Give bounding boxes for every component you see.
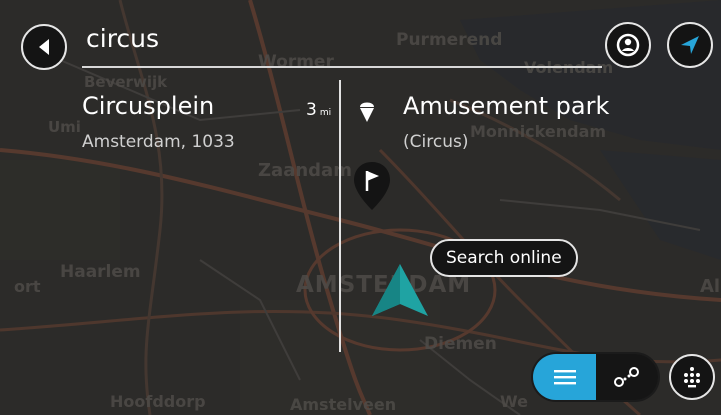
view-toggle <box>533 354 658 400</box>
list-view-button[interactable] <box>533 354 596 400</box>
result-distance-unit: mi <box>319 108 332 118</box>
location-pin-icon <box>616 33 640 57</box>
back-button[interactable] <box>21 24 67 70</box>
result-subtitle: (Circus) <box>403 132 469 152</box>
result-distance-value: 3 <box>306 100 317 120</box>
navigate-arrow-icon <box>681 36 699 54</box>
search-result-amusement-park[interactable]: Amusement park (Circus) <box>352 88 652 168</box>
keyboard-icon <box>684 367 700 388</box>
search-input[interactable]: circus <box>86 24 159 53</box>
route-icon <box>614 367 639 387</box>
navigation-search-screen: Wormer Purmerend Volendam Beverwijk Umi … <box>0 0 721 415</box>
search-result-circusplein[interactable]: Circusplein Amsterdam, 1033 3 mi <box>76 88 334 168</box>
keyboard-button[interactable] <box>669 354 715 400</box>
ice-cream-icon <box>360 102 374 122</box>
navigate-button[interactable] <box>667 22 713 68</box>
route-view-button[interactable] <box>596 354 658 400</box>
result-subtitle: Amsterdam, 1033 <box>82 132 235 152</box>
list-icon <box>553 370 576 385</box>
current-position-arrow-icon <box>372 264 428 316</box>
location-pin-button[interactable] <box>605 22 651 68</box>
results-divider <box>339 80 341 352</box>
search-online-button[interactable]: Search online <box>430 239 578 277</box>
result-distance: 3 mi <box>306 100 331 120</box>
search-input-underline <box>82 66 602 68</box>
result-title: Amusement park <box>403 92 610 120</box>
back-arrow-icon <box>39 39 49 55</box>
result-title: Circusplein <box>82 92 215 120</box>
